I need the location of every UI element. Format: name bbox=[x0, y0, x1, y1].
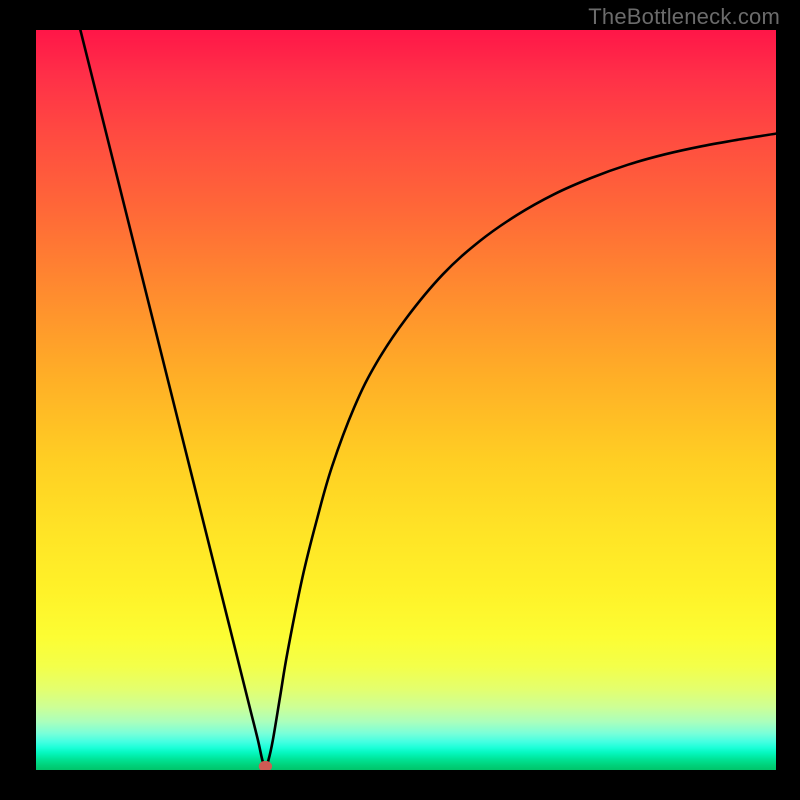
chart-svg bbox=[36, 30, 776, 770]
watermark-text: TheBottleneck.com bbox=[588, 4, 780, 30]
chart-container: TheBottleneck.com bbox=[0, 0, 800, 800]
bottleneck-curve bbox=[80, 30, 776, 766]
optimum-marker bbox=[259, 761, 272, 770]
plot-area bbox=[36, 30, 776, 770]
